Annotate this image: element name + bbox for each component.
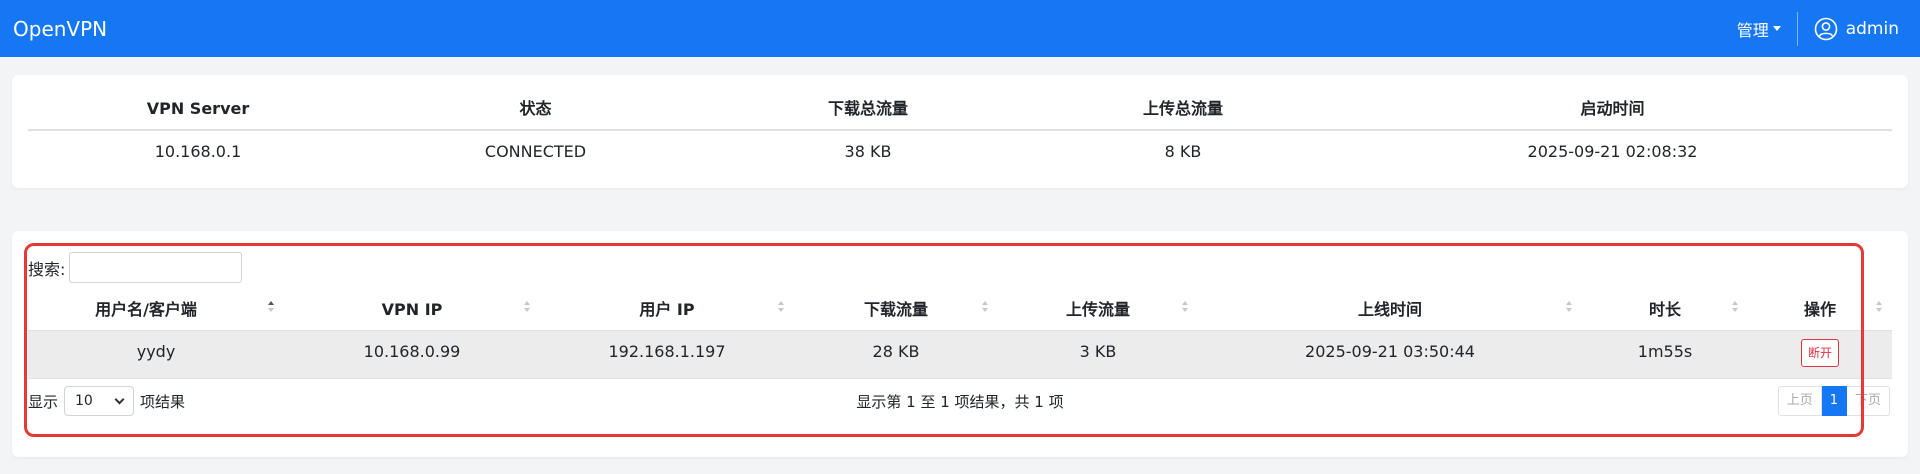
- cell-upload: 3 KB: [1079, 342, 1117, 361]
- summary-header-row: VPN Server 状态 下载总流量 上传总流量 启动时间: [28, 89, 1892, 131]
- server-summary-card: VPN Server 状态 下载总流量 上传总流量 启动时间 10.168.0.…: [12, 75, 1908, 188]
- nav-right: 管理 admin: [1737, 0, 1907, 57]
- summary-status: CONNECTED: [484, 142, 587, 161]
- summary-header-total-download: 下载总流量: [827, 99, 908, 118]
- column-download[interactable]: 下载流量: [794, 290, 998, 330]
- caret-down-icon: [1772, 26, 1781, 31]
- cell-action: 断开: [1748, 331, 1892, 378]
- column-action[interactable]: 操作: [1748, 290, 1892, 330]
- column-online-time[interactable]: 上线时间: [1198, 290, 1582, 330]
- clients-card: 搜索: 用户名/客户端 VPN IP 用户 IP 下载流量 上传流量 上线时间 …: [12, 231, 1908, 457]
- column-vpn-ip[interactable]: VPN IP: [284, 290, 540, 330]
- top-navbar: OpenVPN 管理 admin: [0, 0, 1920, 57]
- column-duration[interactable]: 时长: [1582, 290, 1748, 330]
- summary-total-upload: 8 KB: [1164, 142, 1202, 161]
- cell-duration: 1m55s: [1637, 342, 1693, 361]
- table-row: yydy 10.168.0.99 192.168.1.197 28 KB 3 K…: [28, 330, 1892, 379]
- cell-user-ip: 192.168.1.197: [608, 342, 726, 361]
- user-circle-icon: [1814, 17, 1838, 40]
- column-username[interactable]: 用户名/客户端: [28, 290, 284, 330]
- summary-vpn-server: 10.168.0.1: [154, 142, 242, 161]
- page-size-value: 10: [75, 393, 93, 409]
- user-menu[interactable]: admin: [1798, 17, 1907, 41]
- show-label: 显示: [28, 392, 59, 411]
- cell-online-time: 2025-09-21 03:50:44: [1305, 342, 1475, 361]
- manage-menu-label: 管理: [1736, 20, 1769, 40]
- disconnect-button[interactable]: 断开: [1800, 339, 1839, 367]
- cell-username: yydy: [136, 342, 176, 361]
- column-duration-label: 时长: [1648, 300, 1681, 319]
- sort-icon: [1566, 301, 1572, 312]
- clients-header-row: 用户名/客户端 VPN IP 用户 IP 下载流量 上传流量 上线时间 时长 操…: [28, 290, 1892, 330]
- user-name: admin: [1845, 18, 1899, 39]
- summary-value-row: 10.168.0.1 CONNECTED 38 KB 8 KB 2025-09-…: [28, 131, 1892, 173]
- search-bar: 搜索:: [28, 252, 243, 283]
- sort-icon: [1732, 301, 1738, 312]
- summary-start-time: 2025-09-21 02:08:32: [1527, 142, 1698, 161]
- sort-icon: [778, 301, 784, 312]
- manage-menu[interactable]: 管理: [1737, 17, 1797, 41]
- column-username-label: 用户名/客户端: [95, 300, 197, 319]
- column-upload[interactable]: 上传流量: [998, 290, 1198, 330]
- table-info: 显示第 1 至 1 项结果，共 1 项: [856, 393, 1064, 411]
- sort-icon: [982, 301, 988, 312]
- summary-header-start-time: 启动时间: [1580, 99, 1645, 118]
- search-label: 搜索:: [28, 259, 66, 279]
- sort-icon: [268, 301, 274, 312]
- pagination: 上页 1 下页: [1777, 386, 1890, 416]
- sort-icon: [1876, 301, 1882, 312]
- next-page-button[interactable]: 下页: [1846, 386, 1890, 416]
- search-input[interactable]: [69, 252, 243, 283]
- page-length-control: 显示 10 项结果: [28, 386, 185, 416]
- summary-header-status: 状态: [519, 99, 552, 118]
- summary-header-total-upload: 上传总流量: [1142, 99, 1223, 118]
- page-1-button[interactable]: 1: [1821, 386, 1847, 416]
- column-user-ip-label: 用户 IP: [639, 300, 695, 319]
- entries-label: 项结果: [140, 392, 186, 411]
- column-vpn-ip-label: VPN IP: [381, 300, 443, 319]
- column-online-time-label: 上线时间: [1357, 300, 1422, 319]
- sort-icon: [524, 301, 530, 312]
- server-summary-table: VPN Server 状态 下载总流量 上传总流量 启动时间 10.168.0.…: [28, 89, 1892, 173]
- clients-table: 用户名/客户端 VPN IP 用户 IP 下载流量 上传流量 上线时间 时长 操…: [28, 290, 1892, 379]
- column-upload-label: 上传流量: [1065, 300, 1130, 319]
- column-user-ip[interactable]: 用户 IP: [540, 290, 794, 330]
- prev-page-button[interactable]: 上页: [1777, 386, 1822, 416]
- cell-vpn-ip: 10.168.0.99: [363, 342, 461, 361]
- sort-icon: [1182, 301, 1188, 312]
- chevron-down-icon: [114, 394, 125, 405]
- brand-title[interactable]: OpenVPN: [13, 17, 107, 41]
- summary-header-vpn-server: VPN Server: [146, 99, 250, 118]
- cell-download: 28 KB: [872, 342, 920, 361]
- column-action-label: 操作: [1803, 300, 1836, 319]
- column-download-label: 下载流量: [863, 300, 928, 319]
- summary-total-download: 38 KB: [844, 142, 892, 161]
- page-size-select[interactable]: 10: [64, 386, 135, 416]
